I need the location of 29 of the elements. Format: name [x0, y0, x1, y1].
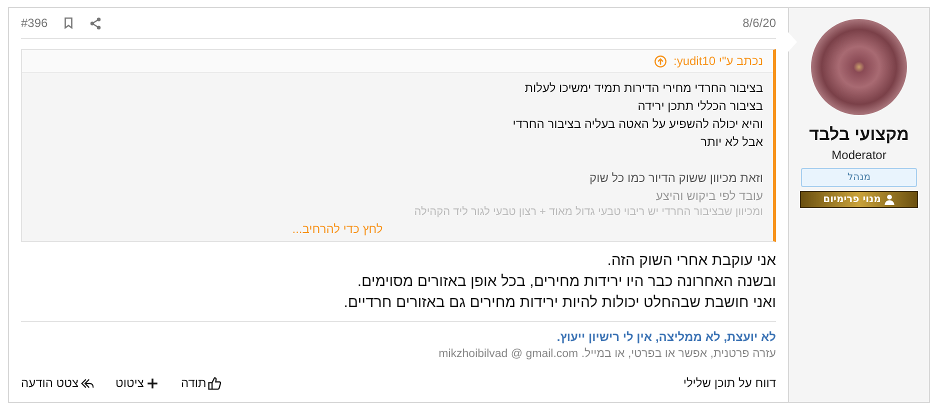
signature-text: עזרה פרטנית, אפשר או בפרטי, או במייל. mikzhoibilvad @ gmail.com	[438, 346, 776, 362]
body-text: אני עוקבת אחרי השוק הזה.	[606, 251, 776, 271]
username-link[interactable]: מקצועי בלבד	[809, 125, 909, 145]
quote-line: ומכיוון שבציבור החרדי יש ריבוי טבעי גדול מאוד + רצון טבעי לגור ליד הקהילה	[414, 205, 763, 219]
share-icon[interactable]	[88, 16, 102, 30]
quote-line: בציבור החרדי מחירי הדירות תמיד ימשיכו לעלות	[524, 80, 763, 97]
like-button[interactable]: תודה	[180, 376, 222, 390]
person-icon	[884, 194, 895, 205]
quote-author: נכתב ע"י yudit10:	[673, 54, 763, 68]
quote-line: וזאת מכיוון ששוק הדיור כמו כל שוק	[590, 170, 763, 187]
role-badge: מנהל	[801, 168, 917, 187]
body-text: ואני חושבת שבהחלט יכולות להיות ירידות מחירים גם באזורים חרדיים.	[342, 293, 776, 313]
quote-line: עובד לפי ביקוש והיצע	[656, 188, 763, 205]
bookmark-icon[interactable]	[62, 16, 75, 30]
quote-line: והיא יכולה להשפיע על האטה בעליה בציבור החרדי	[512, 116, 763, 133]
body-text: ובשנה האחרונה כבר היו ירידות מחירים, בכל אופן באזורים מסוימים.	[356, 272, 776, 292]
reply-all-icon	[80, 376, 94, 390]
thumbs-up-icon	[208, 376, 222, 390]
post-date: 8/6/20	[742, 16, 776, 30]
quote-line: בציבור הכללי תתכן ירידה	[638, 98, 763, 115]
post-number-link[interactable]: #396	[21, 16, 48, 30]
report-link[interactable]: דווח על תוכן שלילי	[683, 376, 776, 390]
reply-button[interactable]: צטט הודעה	[21, 376, 94, 390]
signature-text: לא יועצת, לא ממליצה, אין לי רישיון ייעוץ.	[556, 329, 776, 346]
quote-line: אבל לא יותר	[700, 134, 763, 151]
user-title: Moderator	[832, 148, 886, 162]
plus-icon	[146, 376, 159, 390]
premium-badge: מנוי פרימיום	[800, 191, 918, 208]
quote-button[interactable]: ציטוט	[116, 376, 159, 390]
